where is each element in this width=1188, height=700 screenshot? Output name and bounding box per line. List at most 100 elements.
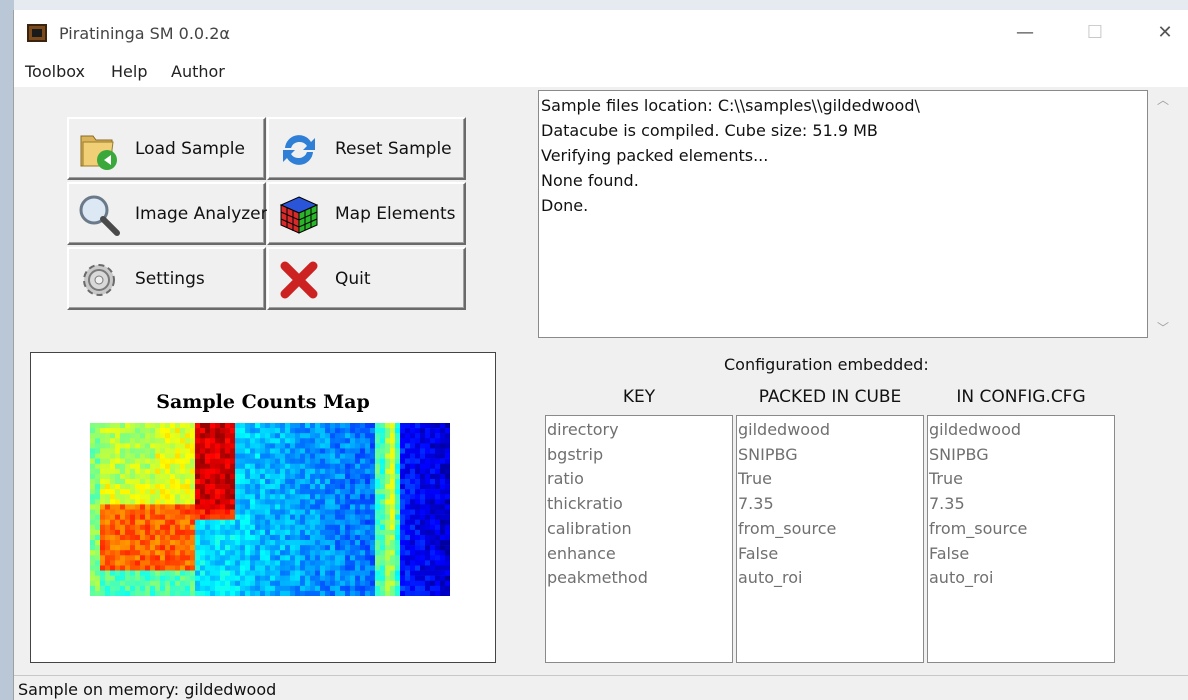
heatmap-cell	[265, 545, 271, 551]
heatmap-cell	[215, 555, 221, 561]
heatmap-cell	[415, 585, 421, 592]
heatmap-cell	[420, 438, 426, 444]
heatmap-cell	[290, 560, 296, 566]
heatmap-cell	[155, 504, 161, 510]
heatmap-cell	[410, 540, 416, 546]
reset-sample-button[interactable]: Reset Sample	[267, 117, 466, 180]
heatmap-cell	[310, 423, 316, 429]
list-item[interactable]: from_source	[929, 517, 1114, 542]
maximize-button[interactable]: ☐	[1072, 18, 1118, 48]
title-bar[interactable]: Piratininga SM 0.0.2α — ☐ ✕	[14, 10, 1188, 55]
heatmap-cell	[425, 463, 431, 470]
list-item[interactable]: enhance	[547, 542, 732, 567]
heatmap-cell	[330, 468, 336, 475]
heatmap-cell	[250, 468, 256, 475]
heatmap-cell	[190, 438, 196, 444]
heatmap-cell	[395, 463, 401, 470]
heatmap-cell	[275, 448, 281, 454]
list-item[interactable]: True	[929, 467, 1114, 492]
heatmap-cell	[105, 484, 111, 490]
heatmap-cell	[175, 438, 181, 444]
heatmap-cell	[425, 458, 431, 465]
heatmap-cell	[340, 524, 346, 531]
heatmap-cell	[285, 438, 291, 444]
minimize-button[interactable]: —	[1002, 18, 1048, 48]
heatmap-cell	[255, 458, 261, 465]
log-panel[interactable]: Sample files location: C:\\samples\\gild…	[538, 90, 1148, 338]
heatmap-cell	[350, 489, 356, 495]
heatmap-cell	[365, 519, 371, 526]
heatmap-cell	[355, 514, 361, 520]
packed-list[interactable]: gildedwood SNIPBG True 7.35 from_source …	[736, 415, 924, 663]
heatmap-cell	[315, 519, 321, 526]
heatmap-cell	[130, 550, 136, 556]
heatmap-cell	[295, 433, 301, 439]
heatmap-cell	[180, 468, 186, 475]
heatmap-cell	[270, 580, 276, 587]
heatmap-cell	[90, 443, 96, 449]
image-analyzer-button[interactable]: Image Analyzer	[67, 182, 268, 245]
menu-help[interactable]: Help	[111, 62, 147, 81]
heatmap-cell	[275, 580, 281, 587]
list-item[interactable]: auto_roi	[738, 566, 923, 591]
heatmap-cell	[135, 509, 141, 515]
list-item[interactable]: calibration	[547, 517, 732, 542]
heatmap-cell	[400, 433, 406, 439]
heatmap-cell	[265, 499, 271, 505]
heatmap-cell	[375, 560, 381, 566]
heatmap-cell	[145, 468, 151, 475]
heatmap-cell	[295, 509, 301, 515]
load-sample-button[interactable]: Load Sample	[67, 117, 266, 180]
heatmap-cell	[185, 458, 191, 465]
list-item[interactable]: thickratio	[547, 492, 732, 517]
menu-toolbox[interactable]: Toolbox	[25, 62, 85, 81]
heatmap-cell	[130, 494, 136, 500]
heatmap-cell	[170, 545, 176, 551]
heatmap-cell	[230, 438, 236, 444]
heatmap-cell	[435, 473, 441, 480]
list-item[interactable]: auto_roi	[929, 566, 1114, 591]
list-item[interactable]: gildedwood	[738, 418, 923, 443]
heatmap-cell	[155, 489, 161, 495]
list-item[interactable]: ratio	[547, 467, 732, 492]
list-item[interactable]: SNIPBG	[929, 443, 1114, 468]
heatmap-cell	[120, 463, 126, 470]
close-button[interactable]: ✕	[1142, 18, 1188, 48]
heatmap-cell	[300, 468, 306, 475]
heatmap-cell	[330, 438, 336, 444]
heatmap-cell	[305, 545, 311, 551]
list-item[interactable]: peakmethod	[547, 566, 732, 591]
scroll-up-icon[interactable]: ︿	[1151, 90, 1175, 110]
config-cfg-list[interactable]: gildedwood SNIPBG True 7.35 from_source …	[927, 415, 1115, 663]
list-item[interactable]: from_source	[738, 517, 923, 542]
list-item[interactable]: gildedwood	[929, 418, 1114, 443]
heatmap-cell	[415, 448, 421, 454]
heatmap-cell	[370, 570, 376, 576]
heatmap-cell	[350, 555, 356, 561]
heatmap-cell	[195, 468, 201, 475]
heatmap-cell	[220, 509, 226, 515]
heatmap-cell	[255, 529, 261, 536]
key-list[interactable]: directory bgstrip ratio thickratio calib…	[545, 415, 733, 663]
list-item[interactable]: SNIPBG	[738, 443, 923, 468]
heatmap-cell	[260, 550, 266, 556]
heatmap-cell	[255, 484, 261, 490]
log-scrollbar[interactable]: ︿ ﹀	[1151, 90, 1175, 338]
list-item[interactable]: True	[738, 467, 923, 492]
list-item[interactable]: bgstrip	[547, 443, 732, 468]
heatmap-cell	[260, 540, 266, 546]
quit-button[interactable]: Quit	[267, 247, 466, 310]
settings-button[interactable]: Settings	[67, 247, 266, 310]
list-item[interactable]: False	[738, 542, 923, 567]
menu-author[interactable]: Author	[171, 62, 225, 81]
map-elements-button[interactable]: Map Elements	[267, 182, 466, 245]
list-item[interactable]: 7.35	[929, 492, 1114, 517]
heatmap-cell	[365, 473, 371, 480]
scroll-down-icon[interactable]: ﹀	[1151, 318, 1175, 338]
list-item[interactable]: directory	[547, 418, 732, 443]
list-item[interactable]: False	[929, 542, 1114, 567]
list-item[interactable]: 7.35	[738, 492, 923, 517]
heatmap-cell	[110, 499, 116, 505]
heatmap-cell	[245, 458, 251, 465]
heatmap-cell	[435, 499, 441, 505]
